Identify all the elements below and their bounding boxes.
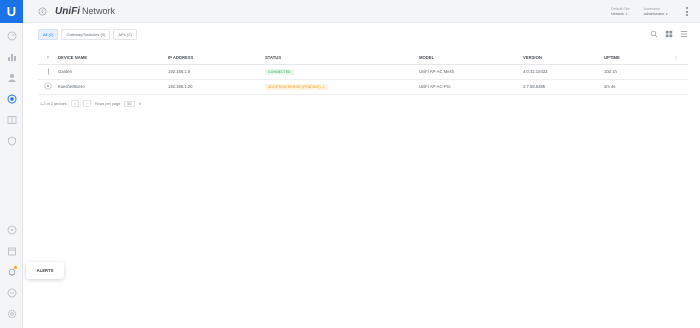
column-device-name[interactable]: DEVICE NAME [58, 52, 168, 65]
device-model: UniFi AP-AC Mesh [419, 64, 523, 80]
user-menu[interactable]: Username administrator ∨ [644, 7, 668, 16]
prev-page-button[interactable]: ‹ [70, 100, 79, 107]
statistics-icon[interactable] [6, 51, 17, 62]
calendar-icon[interactable] [6, 245, 17, 256]
device-name[interactable]: Kueche/Buero [58, 79, 168, 95]
column-uptime[interactable]: UPTIME [604, 52, 674, 65]
ip-address: 192.168.1.9 [168, 64, 265, 80]
column-options-icon[interactable]: ⋮ [674, 52, 688, 65]
clients-icon[interactable] [6, 72, 17, 83]
top-bar: UniFi Network Default Site Network ∨ Use… [23, 0, 700, 23]
device-version: 4.0.42.10433 [523, 64, 604, 80]
site-selector[interactable]: Default Site Network ∨ [611, 7, 630, 16]
list-view-icon[interactable] [679, 29, 688, 38]
column-version[interactable]: VERSION [523, 52, 604, 65]
alerts-tooltip: ALERTS [26, 262, 64, 279]
mesh-ap-icon [44, 67, 52, 75]
sort-column-icon[interactable]: ⇡ [38, 52, 58, 65]
devices-table: ⇡ DEVICE NAME IP ADDRESS STATUS MODEL VE… [38, 52, 688, 95]
insights-icon[interactable] [6, 114, 17, 125]
status-icon[interactable] [6, 224, 17, 235]
brand-unifi: UniFi [55, 5, 80, 17]
column-model[interactable]: MODEL [419, 52, 523, 65]
device-uptime: 3m 4s [604, 79, 674, 95]
column-ip-address[interactable]: IP ADDRESS [168, 52, 265, 65]
tab-aps[interactable]: APs (2) [113, 29, 137, 40]
rows-per-page-select[interactable]: 50 [124, 100, 135, 107]
device-uptime: 10d 1h [604, 64, 674, 80]
table-header-row: ⇡ DEVICE NAME IP ADDRESS STATUS MODEL VE… [38, 52, 688, 65]
status-badge[interactable]: ADOPTION ERROR (PENDING) ⚠ [265, 84, 328, 90]
more-options-icon[interactable] [682, 7, 692, 16]
ap-pro-icon [44, 82, 52, 90]
ip-address: 192.168.1.20 [168, 79, 265, 95]
tab-gateway-switches[interactable]: Gateway/Switches (0) [61, 29, 111, 40]
device-model: UniFi AP-AC-Pro [419, 79, 523, 95]
rows-per-page-label: Rows per page [94, 101, 121, 106]
device-name[interactable]: Garden [58, 64, 168, 80]
next-page-button[interactable]: › [82, 100, 91, 107]
pagination: 1-2 of 2 devices ‹ › Rows per page 50 ∨ [40, 100, 141, 107]
settings-gear-icon[interactable] [6, 308, 17, 319]
brand-network: Network [82, 5, 116, 16]
column-status[interactable]: STATUS [265, 52, 419, 65]
tab-all[interactable]: All (2) [38, 29, 59, 40]
devices-icon[interactable] [6, 93, 17, 104]
chevron-down-icon[interactable]: ∨ [139, 101, 142, 106]
device-version: 3.7.58.6385 [523, 79, 604, 95]
ubiquiti-logo[interactable]: U [0, 0, 23, 23]
grid-view-icon[interactable] [664, 29, 673, 38]
alert-indicator-dot [14, 266, 17, 269]
search-icon[interactable] [649, 29, 658, 38]
view-tools [649, 29, 688, 38]
alerts-bell-icon[interactable] [6, 266, 17, 277]
sidebar: U [0, 0, 23, 328]
device-filter-tabs: All (2) Gateway/Switches (0) APs (2) [38, 29, 137, 40]
pagination-range: 1-2 of 2 devices [40, 101, 67, 106]
app-brand: UniFi Network [55, 6, 115, 17]
dashboard-icon[interactable] [6, 30, 17, 41]
table-row[interactable]: Kueche/Buero 192.168.1.20 ADOPTION ERROR… [38, 79, 688, 95]
table-row[interactable]: Garden 192.168.1.9 CONNECTED UniFi AP-AC… [38, 64, 688, 80]
status-badge: CONNECTED [265, 69, 294, 75]
back-arrow-icon[interactable] [37, 6, 47, 16]
support-chat-icon[interactable] [6, 287, 17, 298]
security-shield-icon[interactable] [6, 135, 17, 146]
